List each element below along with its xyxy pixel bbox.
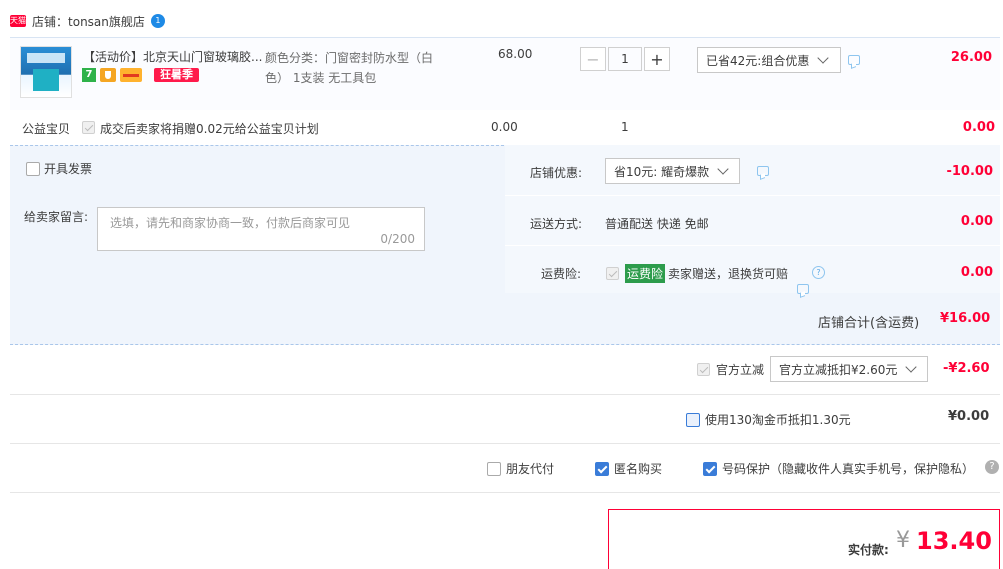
friend-pay-option[interactable]: 朋友代付 bbox=[487, 460, 554, 477]
chevron-down-icon bbox=[717, 163, 729, 175]
qty-plus-button[interactable]: + bbox=[644, 47, 670, 71]
shop-total-value: ¥16.00 bbox=[940, 311, 991, 326]
anonymous-label: 匿名购买 bbox=[614, 462, 663, 476]
sku-info: 颜色分类：门窗密封防水型（白色） 1支装 无工具包 bbox=[265, 51, 434, 85]
message-icon[interactable] bbox=[757, 166, 769, 176]
taojinbi-option[interactable]: 使用130淘金币抵扣1.30元 bbox=[686, 411, 851, 428]
shipping-value: 0.00 bbox=[960, 214, 993, 229]
public-welfare-label: 公益宝贝 bbox=[22, 122, 71, 136]
insurance-checkbox[interactable] bbox=[606, 267, 619, 280]
shop-name-link[interactable]: tonsan旗舰店 bbox=[68, 13, 145, 30]
anonymous-option[interactable]: 匿名购买 bbox=[595, 460, 662, 477]
divider bbox=[10, 394, 1000, 395]
seven-day-return-icon[interactable]: 7 bbox=[82, 68, 96, 82]
shop-summary-panel: 店铺优惠: 省10元: 耀奇爆款 -10.00 运送方式: 普通配送 快递 免邮… bbox=[505, 145, 1000, 295]
help-icon[interactable]: ? bbox=[985, 460, 999, 474]
shipping-text: 普通配送 快递 免邮 bbox=[605, 217, 709, 231]
message-counter: 0/200 bbox=[380, 232, 415, 246]
insurance-text: 卖家赠送，退换货可赔 bbox=[668, 267, 789, 281]
official-discount-checkbox[interactable] bbox=[697, 362, 710, 376]
quantity-stepper: − 1 + bbox=[580, 47, 670, 71]
question-icon[interactable]: ? bbox=[812, 266, 825, 279]
insurance-value: 0.00 bbox=[960, 265, 993, 280]
chevron-down-icon bbox=[817, 52, 829, 64]
shop-discount-value: -10.00 bbox=[946, 164, 993, 179]
divider bbox=[10, 443, 1000, 444]
official-discount-select-value: 官方立减抵扣¥2.60元 bbox=[779, 362, 898, 377]
chevron-down-icon bbox=[905, 361, 918, 373]
anonymous-checkbox[interactable] bbox=[595, 461, 609, 476]
shop-discount-label: 店铺优惠: bbox=[530, 166, 583, 180]
shop-discount-select-value: 省10元: 耀奇爆款 bbox=[614, 164, 710, 179]
taojinbi-checkbox[interactable] bbox=[686, 412, 700, 427]
message-label: 给卖家留言: bbox=[24, 210, 89, 224]
invoice-option[interactable]: 开具发票 bbox=[26, 160, 92, 177]
divider bbox=[10, 492, 1000, 493]
friend-pay-checkbox[interactable] bbox=[487, 461, 501, 476]
insurance-tag: 运费险 bbox=[625, 264, 666, 283]
item-subtotal: 26.00 bbox=[950, 50, 992, 65]
shop-header: 天猫 店铺： tonsan旗舰店 1 bbox=[10, 11, 165, 31]
service-icons: 7 狂暑季 bbox=[82, 68, 199, 82]
public-welfare-price: 0.00 bbox=[491, 120, 518, 134]
shop-discount-row: 店铺优惠: 省10元: 耀奇爆款 -10.00 bbox=[505, 145, 1000, 196]
message-placeholder: 选填，请先和商家协商一致，付款后商家可见 bbox=[110, 216, 351, 230]
taojinbi-label: 使用130淘金币抵扣1.30元 bbox=[705, 413, 851, 427]
shop-discount-select[interactable]: 省10元: 耀奇爆款 bbox=[605, 158, 740, 184]
qty-input[interactable]: 1 bbox=[608, 47, 642, 71]
product-title-link[interactable]: 【活动价】北京天山门窗玻璃胶... bbox=[83, 48, 263, 65]
payment-label: 实付款: bbox=[848, 543, 889, 557]
payment-amount: 13.40 bbox=[916, 527, 992, 555]
seller-message-textarea[interactable]: 选填，请先和商家协商一致，付款后商家可见 0/200 bbox=[97, 207, 425, 251]
unit-price: 68.00 bbox=[498, 47, 533, 61]
official-discount-select[interactable]: 官方立减抵扣¥2.60元 bbox=[770, 356, 929, 382]
qty-minus-button[interactable]: − bbox=[580, 47, 606, 71]
insurance-row: 运费险: 运费险 卖家赠送，退换货可赔 ? 0.00 bbox=[505, 245, 1000, 295]
public-welfare-text: 成交后卖家将捐赠0.02元给公益宝贝计划 bbox=[100, 122, 319, 136]
public-welfare-total: 0.00 bbox=[962, 120, 995, 135]
invoice-checkbox[interactable] bbox=[26, 161, 40, 176]
shop-total-label: 店铺合计(含运费) bbox=[818, 316, 920, 331]
payment-currency: ¥ bbox=[896, 528, 910, 553]
tmall-badge: 天猫 bbox=[10, 15, 26, 27]
privacy-option[interactable]: 号码保护（隐藏收件人真实手机号，保护隐私） bbox=[703, 460, 974, 477]
insurance-label: 运费险: bbox=[541, 267, 582, 281]
shop-label: 店铺： bbox=[32, 14, 69, 29]
official-discount-value: -¥2.60 bbox=[943, 361, 990, 376]
public-welfare-qty: 1 bbox=[621, 120, 629, 134]
taojinbi-value: ¥0.00 bbox=[948, 409, 990, 424]
guarantee-shield-icon[interactable] bbox=[100, 68, 116, 82]
public-welfare-row: 公益宝贝 成交后卖家将捐赠0.02元给公益宝贝计划 0.00 1 0.00 bbox=[10, 110, 1000, 144]
item-row: 【活动价】北京天山门窗玻璃胶... 7 狂暑季 颜色分类：门窗密封防水型（白色）… bbox=[10, 37, 1000, 110]
official-discount-row: 官方立减 官方立减抵扣¥2.60元 bbox=[697, 356, 929, 382]
credit-card-icon[interactable] bbox=[120, 68, 142, 82]
product-thumbnail[interactable] bbox=[20, 46, 72, 98]
promo-tag[interactable]: 狂暑季 bbox=[154, 68, 199, 82]
privacy-checkbox[interactable] bbox=[703, 461, 717, 476]
friend-pay-label: 朋友代付 bbox=[506, 462, 555, 476]
official-discount-label: 官方立减 bbox=[716, 362, 765, 377]
message-icon[interactable] bbox=[797, 284, 809, 294]
public-welfare-checkbox[interactable] bbox=[82, 121, 95, 134]
invoice-label: 开具发票 bbox=[44, 162, 93, 176]
wangwang-chat-icon[interactable]: 1 bbox=[150, 14, 165, 28]
shipping-row: 运送方式: 普通配送 快递 免邮 0.00 bbox=[505, 195, 1000, 246]
item-discount-select[interactable]: 已省42元:组合优惠 bbox=[697, 47, 841, 73]
payment-summary-box: 实付款: ¥ 13.40 bbox=[608, 509, 1000, 569]
message-icon[interactable] bbox=[848, 55, 860, 65]
privacy-label: 号码保护（隐藏收件人真实手机号，保护隐私） bbox=[722, 462, 975, 476]
shipping-label: 运送方式: bbox=[530, 217, 583, 231]
item-discount-select-value: 已省42元:组合优惠 bbox=[706, 53, 810, 68]
